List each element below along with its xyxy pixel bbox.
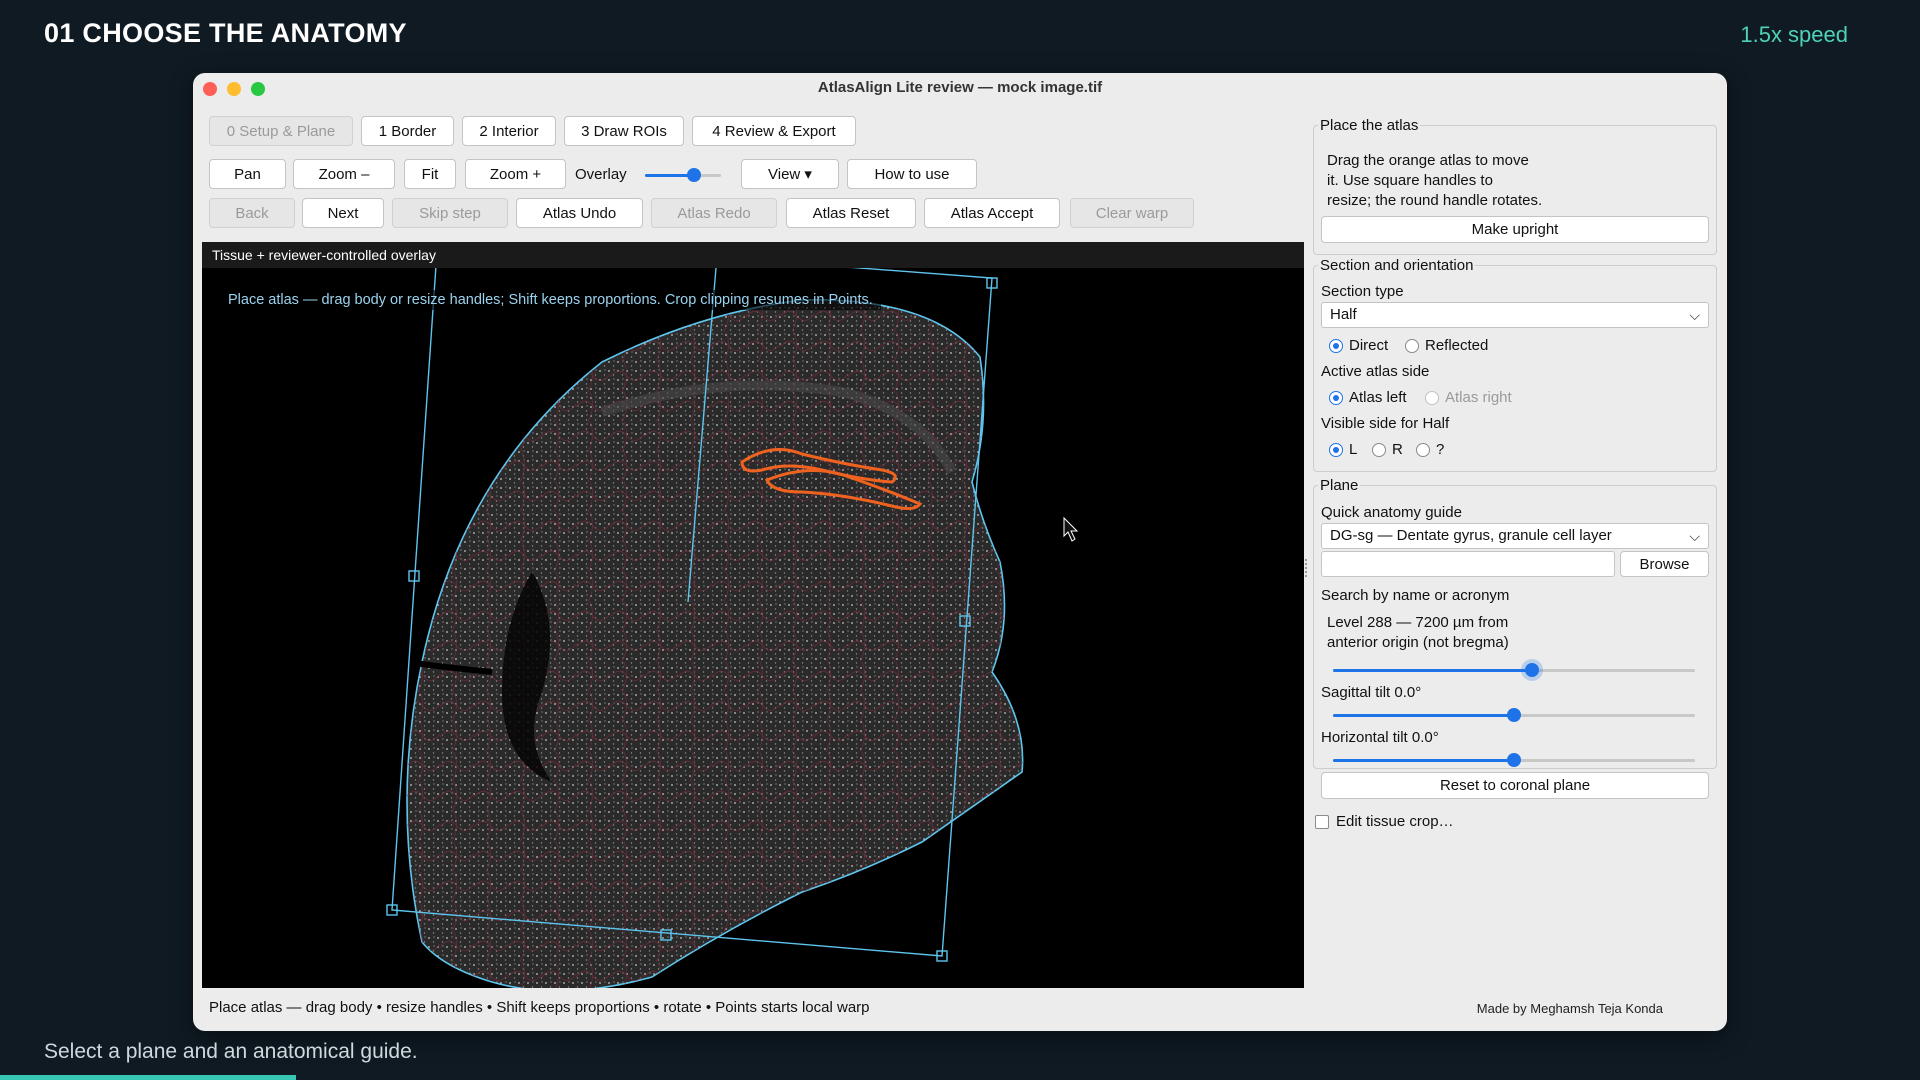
chevron-down-icon: ⌵ [1689, 307, 1700, 323]
place-atlas-line-3: resize; the round handle rotates. [1327, 192, 1543, 209]
active-side-label: Active atlas side [1321, 363, 1430, 380]
radio-reflected[interactable]: Reflected [1405, 337, 1488, 354]
place-atlas-title: Place the atlas [1318, 117, 1421, 134]
view-menu-button[interactable]: View ▾ [741, 159, 839, 189]
sagittal-tilt-knob[interactable] [1507, 708, 1521, 722]
canvas-title: Tissue + reviewer-controlled overlay [202, 242, 1304, 268]
overlay-slider-knob[interactable] [687, 168, 701, 182]
browse-button[interactable]: Browse [1620, 551, 1709, 577]
section-type-label: Section type [1321, 283, 1404, 300]
step-review-export-button[interactable]: 4 Review & Export [692, 116, 856, 146]
step-draw-rois-button[interactable]: 3 Draw ROIs [564, 116, 684, 146]
section-orientation-title: Section and orientation [1318, 257, 1476, 274]
level-line-2: anterior origin (not bregma) [1327, 634, 1509, 651]
radio-side-r[interactable]: R [1372, 441, 1403, 458]
how-to-use-button[interactable]: How to use [847, 159, 977, 189]
zoom-in-button[interactable]: Zoom + [465, 159, 566, 189]
radio-side-unknown-label: ? [1436, 441, 1445, 458]
radio-direct-label: Direct [1349, 337, 1389, 354]
atlas-accept-button[interactable]: Atlas Accept [924, 198, 1060, 228]
fit-button[interactable]: Fit [404, 159, 456, 189]
horizontal-tilt-knob[interactable] [1507, 753, 1521, 767]
sagittal-tilt-fill [1333, 714, 1514, 717]
section-type-select[interactable]: Half ⌵ [1321, 302, 1709, 328]
step-interior-button[interactable]: 2 Interior [462, 116, 556, 146]
mouse-pointer-icon [1063, 516, 1079, 542]
image-canvas[interactable]: Tissue + reviewer-controlled overlay Pla… [202, 242, 1304, 988]
maximize-window-button[interactable] [251, 82, 265, 96]
atlas-redo-button[interactable]: Atlas Redo [651, 198, 777, 228]
atlas-reset-button[interactable]: Atlas Reset [786, 198, 916, 228]
radio-side-l[interactable]: L [1329, 441, 1357, 458]
sagittal-tilt-label: Sagittal tilt 0.0° [1321, 684, 1422, 701]
visible-side-label: Visible side for Half [1321, 415, 1450, 432]
plane-title: Plane [1318, 477, 1361, 494]
atlas-region-mesh [407, 299, 1023, 988]
horizontal-tilt-slider[interactable] [1333, 753, 1695, 767]
credits-text: Made by Meghamsh Teja Konda [1476, 1001, 1663, 1016]
make-upright-button[interactable]: Make upright [1321, 216, 1709, 243]
back-button[interactable]: Back [209, 198, 295, 228]
app-window: AtlasAlign Lite review — mock image.tif … [193, 73, 1727, 1031]
status-bar-text: Place atlas — drag body • resize handles… [209, 999, 870, 1016]
panel-splitter[interactable] [1305, 559, 1311, 577]
anatomy-guide-select[interactable]: DG-sg — Dentate gyrus, granule cell laye… [1321, 523, 1709, 549]
skip-step-button[interactable]: Skip step [392, 198, 508, 228]
level-slider[interactable] [1333, 663, 1695, 677]
overlay-label: Overlay [575, 166, 627, 183]
close-window-button[interactable] [203, 82, 217, 96]
clear-warp-button[interactable]: Clear warp [1070, 198, 1194, 228]
sagittal-tilt-slider[interactable] [1333, 708, 1695, 722]
minimize-window-button[interactable] [227, 82, 241, 96]
step-setup-button[interactable]: 0 Setup & Plane [209, 116, 353, 146]
radio-atlas-left[interactable]: Atlas left [1329, 389, 1407, 406]
anatomy-guide-label: Quick anatomy guide [1321, 504, 1462, 521]
radio-atlas-right-label: Atlas right [1445, 389, 1512, 406]
chevron-down-icon: ⌵ [1689, 528, 1700, 544]
caption: Select a plane and an anatomical guide. [44, 1040, 418, 1063]
level-line-1: Level 288 — 7200 µm from [1327, 614, 1509, 631]
place-atlas-line-2: it. Use square handles to [1327, 172, 1493, 189]
place-atlas-line-1: Drag the orange atlas to move [1327, 152, 1529, 169]
pan-button[interactable]: Pan [209, 159, 286, 189]
atlas-undo-button[interactable]: Atlas Undo [516, 198, 643, 228]
radio-side-l-label: L [1349, 441, 1358, 458]
playback-progress-bar [0, 1075, 296, 1080]
edit-crop-label: Edit tissue crop… [1336, 813, 1454, 830]
title-bar: AtlasAlign Lite review — mock image.tif [193, 73, 1727, 103]
anatomy-search-input[interactable] [1321, 551, 1615, 577]
radio-atlas-left-label: Atlas left [1349, 389, 1407, 406]
horizontal-tilt-fill [1333, 759, 1514, 762]
level-slider-knob[interactable] [1525, 663, 1539, 677]
next-button[interactable]: Next [302, 198, 384, 228]
search-hint-label: Search by name or acronym [1321, 587, 1510, 604]
radio-atlas-right[interactable]: Atlas right [1425, 389, 1512, 406]
step-title: 01 CHOOSE THE ANATOMY [44, 18, 407, 48]
speed-indicator: 1.5x speed [1740, 22, 1848, 47]
section-type-value: Half [1330, 306, 1357, 323]
zoom-out-button[interactable]: Zoom – [293, 159, 395, 189]
atlas-overlay-graphic[interactable] [202, 242, 1304, 988]
horizontal-tilt-label: Horizontal tilt 0.0° [1321, 729, 1439, 746]
radio-side-unknown[interactable]: ? [1416, 441, 1444, 458]
reset-coronal-button[interactable]: Reset to coronal plane [1321, 772, 1709, 799]
radio-reflected-label: Reflected [1425, 337, 1489, 354]
level-slider-fill [1333, 669, 1532, 672]
step-border-button[interactable]: 1 Border [361, 116, 454, 146]
edit-crop-checkbox[interactable] [1315, 815, 1329, 829]
overlay-slider[interactable] [645, 168, 721, 182]
radio-direct[interactable]: Direct [1329, 337, 1388, 354]
radio-side-r-label: R [1392, 441, 1403, 458]
canvas-hint: Place atlas — drag body or resize handle… [220, 290, 881, 310]
window-title: AtlasAlign Lite review — mock image.tif [817, 79, 1103, 96]
anatomy-guide-value: DG-sg — Dentate gyrus, granule cell laye… [1330, 527, 1612, 544]
